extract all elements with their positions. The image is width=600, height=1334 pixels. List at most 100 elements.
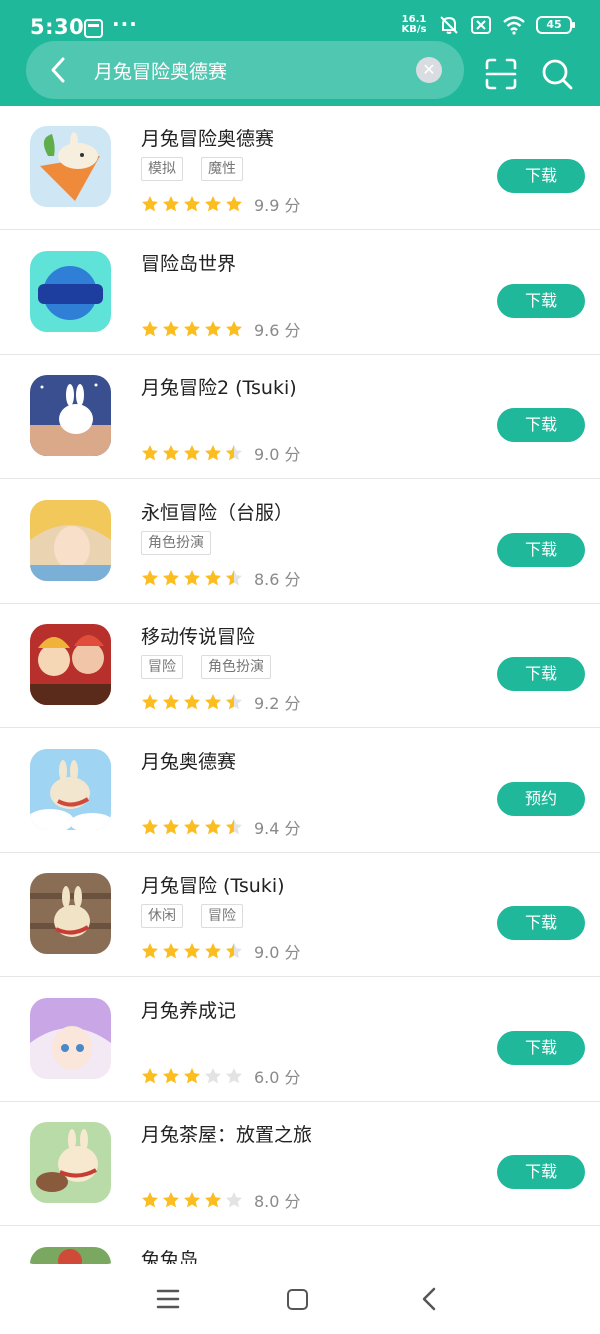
app-rating: 8.0 分 <box>141 1188 301 1212</box>
star-icon <box>142 1067 158 1083</box>
app-tag: 冒险 <box>201 904 243 928</box>
star-icon <box>142 1192 158 1208</box>
header: 5:30 ··· 16.1 KB/s 45 月兔冒险奥德赛 ✕ <box>0 0 600 106</box>
star-icon <box>142 943 158 959</box>
rating-score: 9.9 分 <box>254 196 301 215</box>
download-button[interactable]: 下载 <box>497 906 585 940</box>
app-name[interactable]: 月兔冒险 (Tsuki) <box>141 871 285 898</box>
app-tags: 冒险 角色扮演 <box>141 655 271 679</box>
app-icon[interactable] <box>30 873 111 954</box>
app-rating: 8.6 分 <box>141 566 301 590</box>
search-icon[interactable] <box>540 57 574 91</box>
star-icon <box>226 569 242 585</box>
star-icon <box>184 320 200 336</box>
home-icon[interactable] <box>287 1289 308 1310</box>
battery-indicator: 45 <box>536 16 575 34</box>
no-sim-icon <box>471 16 491 34</box>
recent-apps-icon[interactable] <box>156 1288 180 1310</box>
app-name[interactable]: 移动传说冒险 <box>141 622 255 649</box>
download-button[interactable]: 下载 <box>497 532 585 567</box>
scan-icon[interactable] <box>484 57 518 91</box>
app-icon[interactable] <box>30 375 111 456</box>
star-icon <box>205 445 221 461</box>
rating-stars <box>141 444 243 462</box>
app-icon[interactable] <box>30 997 111 1079</box>
star-icon <box>205 196 221 212</box>
rating-stars <box>141 320 243 338</box>
app-list-item[interactable]: 月兔冒险奥德赛 模拟 魔性 9.9 分 下载 <box>0 106 600 230</box>
star-icon <box>163 569 179 585</box>
app-name[interactable]: 兔兔岛 <box>141 1245 198 1265</box>
star-icon <box>226 1192 242 1208</box>
app-tag: 休闲 <box>141 904 183 928</box>
rating-stars <box>141 569 243 587</box>
download-button[interactable]: 下载 <box>497 283 585 318</box>
notification-app-icon <box>84 19 103 38</box>
app-icon[interactable] <box>30 250 111 332</box>
star-icon <box>205 694 221 710</box>
app-name[interactable]: 月兔冒险奥德赛 <box>141 124 274 151</box>
nav-back-icon[interactable] <box>418 1286 440 1312</box>
rating-stars <box>141 942 243 960</box>
app-list-item[interactable]: 月兔奥德赛 9.4 分 预约 <box>0 729 600 853</box>
download-button[interactable]: 下载 <box>497 1030 585 1065</box>
download-button[interactable]: 下载 <box>497 408 585 442</box>
app-name[interactable]: 月兔养成记 <box>141 996 236 1023</box>
star-icon <box>163 1192 179 1208</box>
star-icon <box>205 1192 221 1208</box>
star-icon <box>184 196 200 212</box>
star-icon <box>163 196 179 212</box>
status-right: 16.1 KB/s 45 <box>400 14 575 36</box>
app-rating: 9.0 分 <box>141 939 301 963</box>
reserve-button[interactable]: 预约 <box>497 781 585 816</box>
clear-search-icon[interactable]: ✕ <box>416 57 442 83</box>
rating-stars <box>141 195 243 213</box>
star-icon <box>184 1067 200 1083</box>
app-tags: 休闲 冒险 <box>141 904 243 928</box>
app-name[interactable]: 永恒冒险（台服） <box>141 498 293 525</box>
star-icon <box>163 943 179 959</box>
app-rating: 9.9 分 <box>141 192 301 216</box>
app-icon[interactable] <box>30 748 111 830</box>
star-icon <box>184 569 200 585</box>
app-name[interactable]: 月兔冒险2 (Tsuki) <box>141 373 297 400</box>
star-icon <box>142 694 158 710</box>
app-icon[interactable] <box>30 1122 111 1203</box>
rating-score: 8.0 分 <box>254 1192 301 1211</box>
search-results-list[interactable]: 月兔冒险奥德赛 模拟 魔性 9.9 分下载 冒险岛世界 9.6 分下载 月兔冒险2 (Tsu… <box>0 106 600 1264</box>
app-name[interactable]: 冒险岛世界 <box>141 249 236 276</box>
app-tags: 模拟 魔性 <box>141 157 243 181</box>
star-icon <box>184 1192 200 1208</box>
search-bar[interactable]: 月兔冒险奥德赛 ✕ <box>26 41 464 99</box>
app-list-item[interactable]: 月兔茶屋：放置之旅 8.0 分 下载 <box>0 1102 600 1226</box>
app-list-item[interactable]: 月兔冒险 (Tsuki) 休闲 冒险 9.0 分 下载 <box>0 853 600 977</box>
app-tag: 冒险 <box>141 655 183 679</box>
status-time: 5:30 <box>30 15 85 39</box>
app-name[interactable]: 月兔茶屋：放置之旅 <box>141 1120 312 1147</box>
app-icon[interactable] <box>30 499 111 581</box>
app-list-item[interactable]: 永恒冒险（台服） 角色扮演 8.6 分 下载 <box>0 480 600 604</box>
app-name[interactable]: 月兔奥德赛 <box>141 747 236 774</box>
app-icon[interactable] <box>30 624 111 705</box>
app-list-item[interactable]: 兔兔岛 <box>0 1227 600 1265</box>
app-list-item[interactable]: 月兔冒险2 (Tsuki) 9.0 分 下载 <box>0 355 600 479</box>
star-icon <box>142 569 158 585</box>
back-arrow-icon[interactable] <box>40 51 78 89</box>
star-icon <box>142 445 158 461</box>
app-icon[interactable] <box>30 1246 111 1264</box>
more-notifications-icon: ··· <box>112 12 138 36</box>
app-list-item[interactable]: 冒险岛世界 9.6 分 下载 <box>0 231 600 355</box>
rating-stars <box>141 1067 243 1085</box>
app-list-item[interactable]: 月兔养成记 6.0 分 下载 <box>0 978 600 1102</box>
app-rating: 6.0 分 <box>141 1064 301 1088</box>
app-icon[interactable] <box>30 126 111 207</box>
download-button[interactable]: 下载 <box>497 1155 585 1189</box>
download-button[interactable]: 下载 <box>497 159 585 193</box>
rating-stars <box>141 1191 243 1209</box>
app-list-item[interactable]: 移动传说冒险 冒险 角色扮演 9.2 分 下载 <box>0 604 600 728</box>
download-button[interactable]: 下载 <box>497 657 585 691</box>
star-icon <box>142 818 158 834</box>
star-icon <box>205 569 221 585</box>
star-icon <box>142 196 158 212</box>
search-input[interactable]: 月兔冒险奥德赛 <box>94 57 227 84</box>
